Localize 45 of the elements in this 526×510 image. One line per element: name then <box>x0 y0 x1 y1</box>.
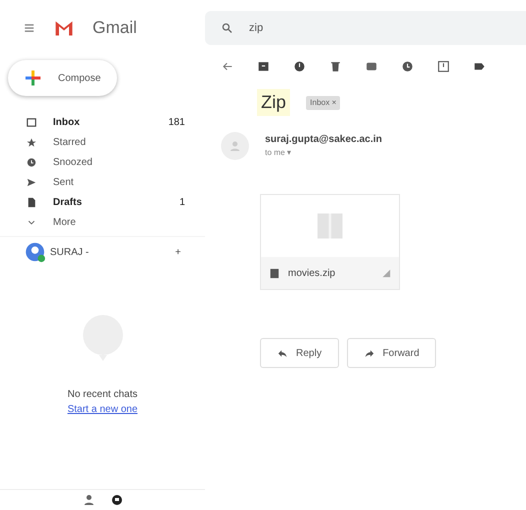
menu-button[interactable]: ≡ <box>24 14 35 42</box>
sender-avatar <box>221 132 249 160</box>
recipient-dropdown[interactable]: to me ▾ <box>265 147 382 159</box>
person-icon[interactable] <box>82 494 94 506</box>
nav-item[interactable]: Inbox 181 <box>0 112 205 132</box>
sender-email: suraj.gupta@sakec.ac.in <box>265 133 382 147</box>
reply-button[interactable]: Reply <box>260 338 339 368</box>
label-chip[interactable]: Inbox × <box>306 96 340 110</box>
empty-chat-text: No recent chats <box>67 388 138 402</box>
email-subject: Zip <box>257 89 290 116</box>
start-chat-link[interactable]: Start a new one <box>67 402 138 417</box>
report-icon[interactable] <box>293 60 306 73</box>
trash-icon[interactable] <box>329 60 342 73</box>
clock-icon <box>26 156 37 168</box>
nav-item[interactable]: More <box>0 212 205 232</box>
forward-icon <box>364 348 375 358</box>
nav-item[interactable]: Sent <box>0 172 205 192</box>
nav-item[interactable]: Drafts 1 <box>0 192 205 212</box>
nav-item[interactable]: Snoozed <box>0 152 205 172</box>
inbox-icon <box>26 116 37 128</box>
nav-item[interactable]: Starred <box>0 132 205 152</box>
corner-fold-icon <box>381 268 391 278</box>
file-icon <box>315 211 345 241</box>
chat-icon[interactable] <box>110 494 122 506</box>
clock-icon[interactable] <box>401 60 414 73</box>
send-icon <box>26 176 37 188</box>
attachment-card[interactable]: movies.zip <box>260 194 400 290</box>
unread-count: 1 <box>179 196 185 210</box>
compose-button[interactable]: Compose <box>8 60 117 96</box>
back-arrow-icon[interactable] <box>221 60 234 73</box>
app-name: Gmail <box>92 17 137 40</box>
plus-icon <box>24 69 42 87</box>
reply-icon <box>277 348 288 358</box>
star-icon <box>26 136 37 148</box>
user-avatar-icon <box>24 241 46 263</box>
search-icon <box>221 22 233 34</box>
archive-icon[interactable] <box>257 60 270 73</box>
attachment-name: movies.zip <box>288 266 336 280</box>
task-icon[interactable] <box>437 60 450 73</box>
draft-icon <box>26 196 37 208</box>
unread-count: 181 <box>168 116 185 130</box>
account-name[interactable]: SURAJ - <box>50 244 89 260</box>
search-field[interactable]: zip <box>205 11 526 45</box>
forward-button[interactable]: Forward <box>346 338 436 368</box>
add-button[interactable]: + <box>175 244 181 260</box>
